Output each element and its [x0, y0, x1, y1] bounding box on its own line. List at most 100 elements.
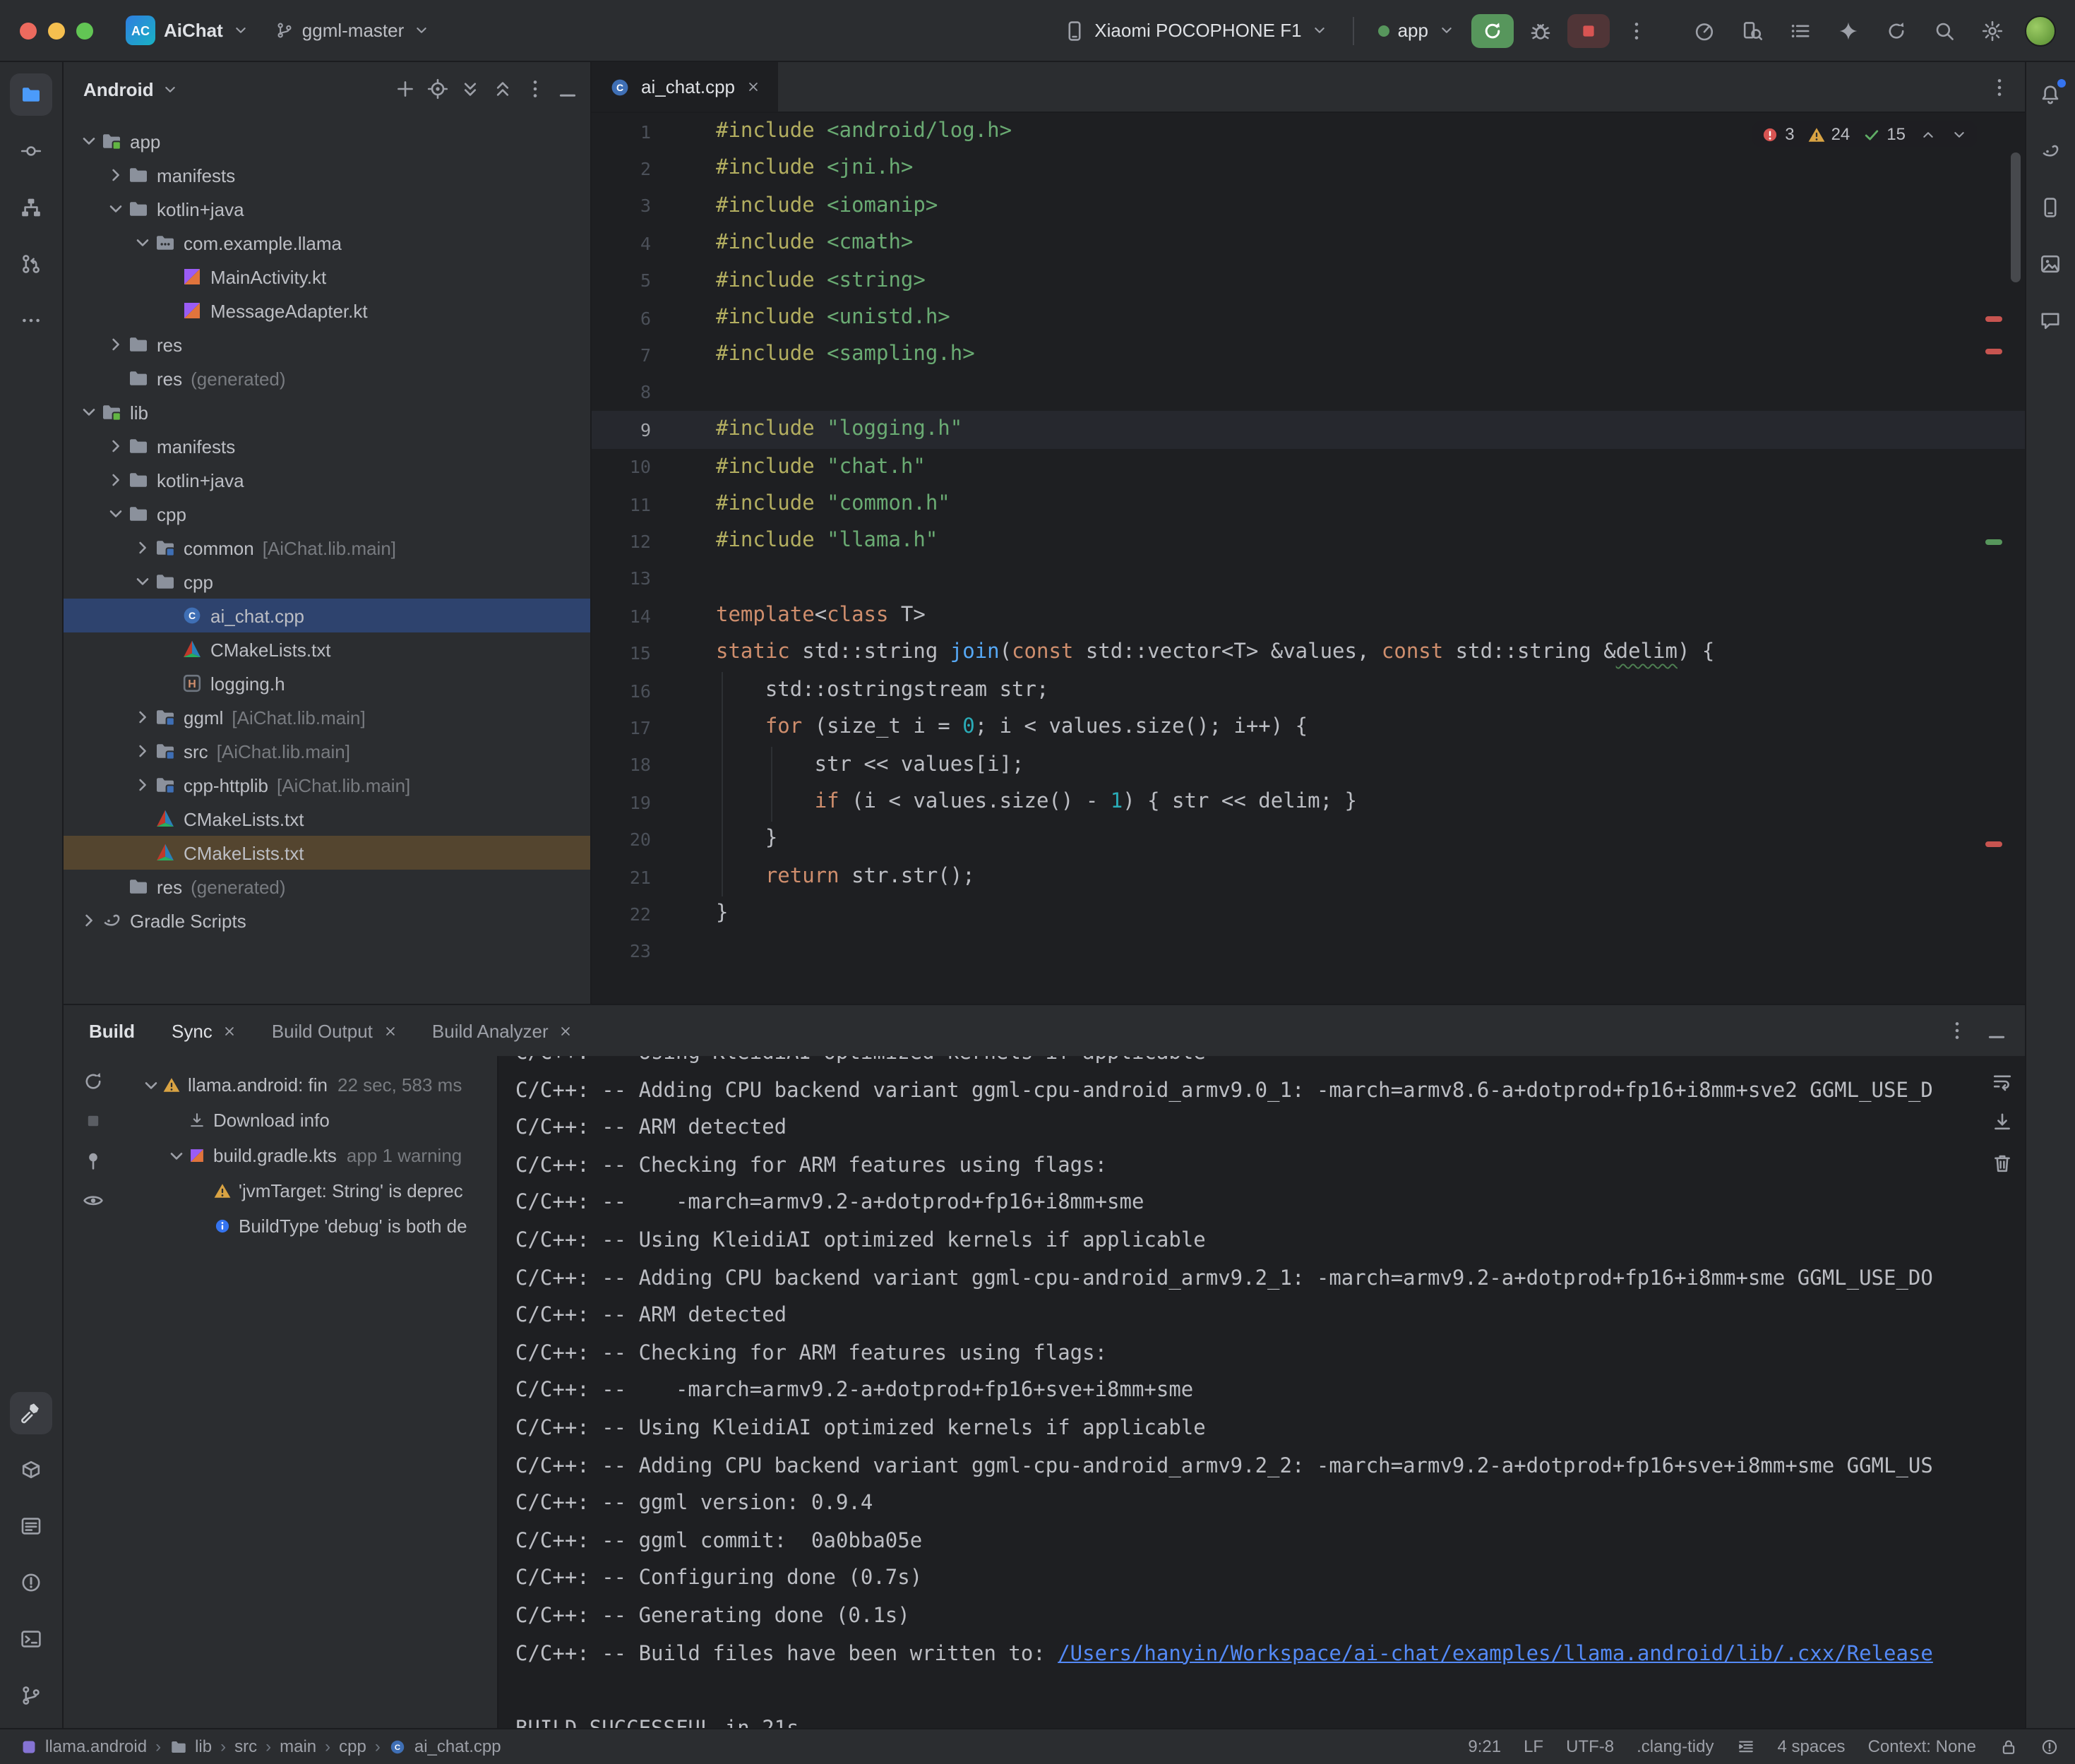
- build-tree-item-download-info[interactable]: Download info: [123, 1103, 497, 1138]
- close-tab-icon[interactable]: [745, 79, 760, 95]
- error-stripe-mark[interactable]: [1985, 316, 2002, 322]
- inspection-status-icon[interactable]: [2040, 1737, 2058, 1756]
- breadcrumb-cpp[interactable]: cpp: [339, 1736, 366, 1756]
- tree-item-manifests[interactable]: manifests: [64, 158, 590, 192]
- problems-tool-button[interactable]: [10, 1561, 52, 1603]
- more-tool-windows-tool-button[interactable]: [10, 299, 52, 342]
- build-panel-title[interactable]: Build: [89, 1020, 135, 1041]
- locate-file-icon[interactable]: [426, 78, 449, 100]
- readonly-lock-icon[interactable]: [1999, 1737, 2017, 1756]
- breadcrumb-llama.android[interactable]: llama.android: [20, 1736, 147, 1756]
- tree-item-ggml[interactable]: ggml[AiChat.lib.main]: [64, 700, 590, 734]
- build-tool-button[interactable]: [10, 1391, 52, 1434]
- hide-panel-icon[interactable]: [1985, 1019, 2007, 1042]
- stop-button[interactable]: [1567, 13, 1609, 47]
- more-vertical-icon[interactable]: [1987, 76, 2010, 98]
- profiler-button[interactable]: [1682, 9, 1725, 52]
- chevron-right-icon[interactable]: [104, 164, 127, 186]
- breadcrumb-lib[interactable]: lib: [169, 1736, 212, 1756]
- indent-size[interactable]: 4 spaces: [1778, 1736, 1846, 1756]
- chevron-down-icon[interactable]: [104, 503, 127, 525]
- user-avatar-button[interactable]: [2019, 9, 2061, 52]
- tree-item-common[interactable]: common[AiChat.lib.main]: [64, 531, 590, 565]
- chevron-right-icon[interactable]: [104, 469, 127, 491]
- chevron-right-icon[interactable]: [78, 909, 100, 932]
- tree-item-res[interactable]: res: [64, 328, 590, 361]
- tree-item-res[interactable]: res(generated): [64, 870, 590, 904]
- previous-problem-icon[interactable]: [1918, 125, 1937, 143]
- clang-tidy[interactable]: .clang-tidy: [1637, 1736, 1714, 1756]
- close-window-button[interactable]: [20, 22, 37, 39]
- tree-item-logging.h[interactable]: Hlogging.h: [64, 666, 590, 700]
- tree-item-src[interactable]: src[AiChat.lib.main]: [64, 734, 590, 768]
- version-control-tool-button[interactable]: [10, 1674, 52, 1716]
- breadcrumb-ai_chat.cpp[interactable]: Cai_chat.cpp: [389, 1736, 501, 1756]
- chevron-right-icon[interactable]: [131, 774, 154, 796]
- tree-item-mainactivity.kt[interactable]: MainActivity.kt: [64, 260, 590, 294]
- chevron-down-icon[interactable]: [165, 1144, 188, 1167]
- minimize-window-button[interactable]: [48, 22, 65, 39]
- build-console[interactable]: C/C++: -- Using KleidiAI optimized kerne…: [497, 1056, 1979, 1727]
- todo-button[interactable]: [1778, 9, 1821, 52]
- scroll-to-end-icon[interactable]: [1990, 1111, 2013, 1134]
- tree-item-app[interactable]: app: [64, 124, 590, 158]
- more-run-actions-button[interactable]: [1615, 9, 1657, 52]
- tree-item-ai_chat.cpp[interactable]: Cai_chat.cpp: [64, 599, 590, 632]
- next-problem-icon[interactable]: [1949, 125, 1968, 143]
- file-encoding[interactable]: UTF-8: [1566, 1736, 1614, 1756]
- editor-tab-ai_chat.cpp[interactable]: C ai_chat.cpp: [592, 62, 777, 112]
- tree-item-cmakelists.txt[interactable]: CMakeLists.txt: [64, 836, 590, 870]
- close-tab-icon[interactable]: [222, 1023, 238, 1038]
- breadcrumb-main[interactable]: main: [280, 1736, 316, 1756]
- build-tree-item-llama.android-fin[interactable]: llama.android: fin22 sec, 583 ms: [123, 1067, 497, 1103]
- run-configuration-selector[interactable]: app: [1368, 14, 1465, 47]
- more-options-icon[interactable]: [1945, 1019, 1968, 1042]
- caret-position[interactable]: 9:21: [1468, 1736, 1501, 1756]
- tree-item-cpp[interactable]: cpp: [64, 565, 590, 599]
- inspect-icon[interactable]: [82, 1189, 104, 1211]
- tree-item-kotlin+java[interactable]: kotlin+java: [64, 463, 590, 497]
- editor-scrollbar[interactable]: [2010, 152, 2020, 282]
- line-separator[interactable]: LF: [1524, 1736, 1543, 1756]
- resource-context[interactable]: Context: None: [1868, 1736, 1976, 1756]
- chevron-down-icon[interactable]: [78, 401, 100, 424]
- code-editor[interactable]: 1#include <android/log.h>2#include <jni.…: [592, 113, 2024, 1004]
- change-stripe-mark[interactable]: [1985, 539, 2002, 545]
- tree-item-cmakelists.txt[interactable]: CMakeLists.txt: [64, 632, 590, 666]
- indent-style-icon[interactable]: [1737, 1737, 1755, 1756]
- chevron-down-icon[interactable]: [140, 1074, 162, 1096]
- project-tool-button[interactable]: [10, 73, 52, 116]
- tree-item-cpp[interactable]: cpp: [64, 497, 590, 531]
- zoom-window-button[interactable]: [76, 22, 93, 39]
- close-tab-icon[interactable]: [383, 1023, 398, 1038]
- structure-tool-button[interactable]: [10, 186, 52, 229]
- search-everywhere-button[interactable]: [1922, 9, 1965, 52]
- tree-item-cpp-httplib[interactable]: cpp-httplib[AiChat.lib.main]: [64, 768, 590, 802]
- tree-item-cmakelists.txt[interactable]: CMakeLists.txt: [64, 802, 590, 836]
- packages-tool-button[interactable]: [10, 1448, 52, 1490]
- build-tab-build-analyzer[interactable]: Build Analyzer: [432, 1020, 574, 1041]
- tree-item-manifests[interactable]: manifests: [64, 429, 590, 463]
- chevron-right-icon[interactable]: [104, 333, 127, 356]
- logcat-tool-button[interactable]: [10, 1504, 52, 1547]
- project-view-mode[interactable]: Android: [83, 78, 154, 100]
- chevron-down-icon[interactable]: [78, 130, 100, 152]
- breadcrumb-src[interactable]: src: [234, 1736, 257, 1756]
- chevron-down-icon[interactable]: [161, 80, 179, 98]
- add-icon[interactable]: [394, 78, 417, 100]
- expand-all-icon[interactable]: [459, 78, 482, 100]
- device-manager-tool-button[interactable]: [2029, 186, 2071, 229]
- branch-selector[interactable]: ggml-master: [265, 14, 441, 47]
- tree-item-res[interactable]: res(generated): [64, 361, 590, 395]
- build-tab-build-output[interactable]: Build Output: [272, 1020, 398, 1041]
- commit-tool-button[interactable]: [10, 130, 52, 172]
- gemini-button[interactable]: [1826, 9, 1869, 52]
- clear-all-icon[interactable]: [1990, 1152, 2013, 1175]
- chevron-right-icon[interactable]: [131, 536, 154, 559]
- more-options-icon[interactable]: [524, 78, 546, 100]
- gradle-tool-button[interactable]: [2029, 130, 2071, 172]
- chevron-right-icon[interactable]: [131, 740, 154, 762]
- build-tab-sync[interactable]: Sync: [172, 1020, 238, 1041]
- build-output-path-link[interactable]: /Users/hanyin/Workspace/ai-chat/examples…: [1058, 1643, 1933, 1665]
- settings-button[interactable]: [1971, 9, 2013, 52]
